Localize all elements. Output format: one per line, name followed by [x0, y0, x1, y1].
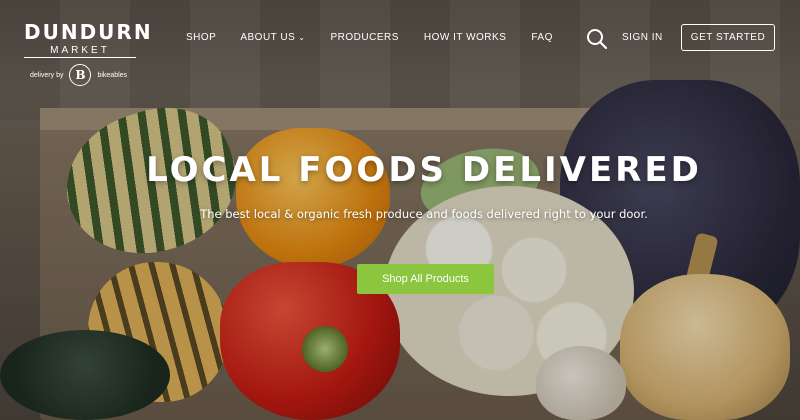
logo-name: DUNDURN: [24, 20, 153, 44]
main-nav: SHOP ABOUT US ⌄ PRODUCERS HOW IT WORKS FA…: [186, 32, 553, 43]
hero-subtitle: The best local & organic fresh produce a…: [200, 207, 648, 221]
logo-subname: MARKET: [24, 45, 136, 58]
search-icon[interactable]: [586, 28, 608, 50]
get-started-button[interactable]: GET STARTED: [681, 24, 775, 51]
shop-all-products-button[interactable]: Shop All Products: [357, 264, 494, 294]
nav-how-it-works[interactable]: HOW IT WORKS: [424, 32, 506, 43]
nav-producers[interactable]: PRODUCERS: [330, 32, 398, 43]
nav-about-us-label: ABOUT US: [240, 32, 296, 43]
hero-title: LOCAL FOODS DELIVERED: [146, 150, 702, 190]
site-header: DUNDURN MARKET delivery by B bikeables S…: [0, 0, 800, 90]
nav-shop[interactable]: SHOP: [186, 32, 216, 43]
nav-how-it-works-label: HOW IT WORKS: [423, 32, 507, 43]
site-logo[interactable]: DUNDURN MARKET: [24, 20, 154, 58]
partner-name: bikeables: [97, 71, 128, 79]
delivery-partner: delivery by B bikeables: [30, 64, 127, 86]
nav-faq[interactable]: FAQ: [531, 32, 553, 43]
delivery-by-label: delivery by: [30, 71, 64, 79]
sign-in-link[interactable]: SIGN IN: [622, 32, 663, 43]
nav-about-us[interactable]: ABOUT US ⌄: [240, 32, 305, 43]
bikeables-logo-icon: B: [69, 64, 92, 86]
chevron-down-icon: ⌄: [298, 33, 306, 42]
nav-faq-label: FAQ: [531, 32, 553, 43]
nav-shop-label: SHOP: [186, 32, 217, 43]
nav-producers-label: PRODUCERS: [330, 32, 399, 43]
